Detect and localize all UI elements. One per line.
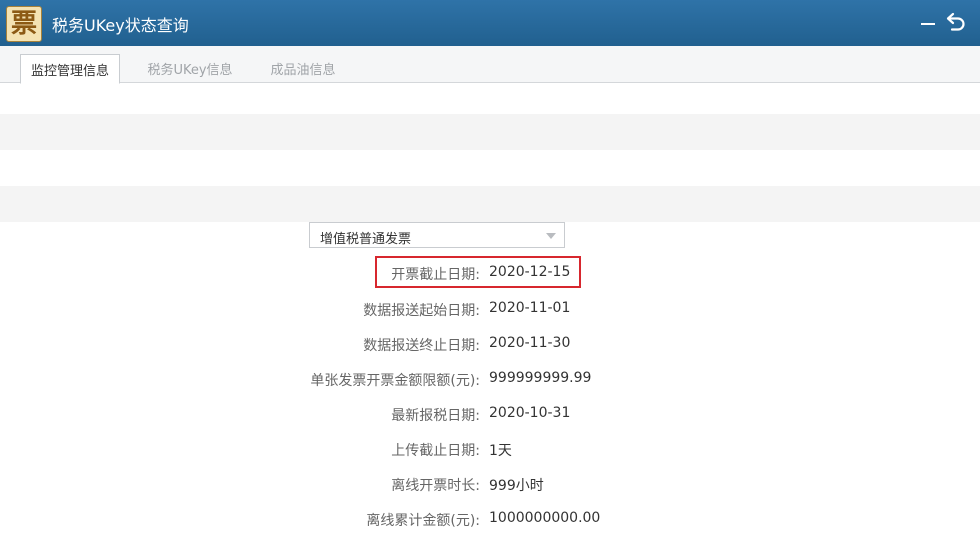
info-value: 1天 bbox=[489, 443, 512, 459]
minimize-button[interactable] bbox=[918, 10, 938, 34]
info-value: 999999999.99 bbox=[489, 370, 592, 386]
info-label: 数据报送起始日期: bbox=[363, 303, 480, 319]
info-row-offline-duration: 离线开票时长: 999小时 bbox=[0, 472, 980, 496]
info-value: 2020-11-30 bbox=[489, 335, 571, 351]
info-label: 最新报税日期: bbox=[391, 408, 480, 424]
tab-monitoring-info[interactable]: 监控管理信息 bbox=[20, 54, 120, 84]
back-button[interactable] bbox=[944, 10, 968, 34]
info-value: 2020-11-01 bbox=[489, 300, 571, 316]
background-stripe bbox=[0, 186, 980, 222]
info-label: 离线累计金额(元): bbox=[366, 513, 480, 529]
info-label: 数据报送终止日期: bbox=[363, 338, 480, 354]
info-row-amount-limit: 单张发票开票金额限额(元): 999999999.99 bbox=[0, 367, 980, 391]
info-label: 上传截止日期: bbox=[391, 443, 480, 459]
info-row-upload-deadline: 上传截止日期: 1天 bbox=[0, 437, 980, 461]
info-row-latest-tax-report: 最新报税日期: 2020-10-31 bbox=[0, 402, 980, 426]
chevron-down-icon bbox=[546, 233, 556, 239]
invoice-type-value: 增值税普通发票 bbox=[320, 232, 412, 247]
tab-ukey-info[interactable]: 税务UKey信息 bbox=[132, 54, 248, 82]
invoice-app-icon: 票 bbox=[6, 6, 42, 42]
info-row-invoice-deadline: 开票截止日期: 2020-12-15 bbox=[0, 261, 980, 285]
info-value: 2020-10-31 bbox=[489, 405, 571, 421]
tab-refined-oil-info[interactable]: 成品油信息 bbox=[258, 54, 348, 82]
info-row-report-start: 数据报送起始日期: 2020-11-01 bbox=[0, 297, 980, 321]
ukey-status-window: 票 税务UKey状态查询 监控管理信息 税务UKey信息 成品油信息 增值税普通… bbox=[0, 0, 980, 560]
info-label: 离线开票时长: bbox=[391, 478, 480, 494]
info-row-offline-amount: 离线累计金额(元): 1000000000.00 bbox=[0, 507, 980, 531]
info-label: 开票截止日期: bbox=[391, 267, 480, 283]
info-row-report-end: 数据报送终止日期: 2020-11-30 bbox=[0, 332, 980, 356]
window-title: 税务UKey状态查询 bbox=[52, 16, 189, 35]
back-arrow-icon bbox=[946, 12, 965, 31]
background-stripe bbox=[0, 114, 980, 150]
tab-bar: 监控管理信息 税务UKey信息 成品油信息 bbox=[0, 46, 980, 84]
info-value: 2020-12-15 bbox=[489, 264, 571, 280]
info-label: 单张发票开票金额限额(元): bbox=[310, 373, 480, 389]
title-bar: 票 税务UKey状态查询 bbox=[0, 0, 980, 46]
info-value: 1000000000.00 bbox=[489, 510, 601, 526]
info-value: 999小时 bbox=[489, 478, 544, 494]
invoice-type-select[interactable]: 增值税普通发票 bbox=[309, 222, 565, 248]
